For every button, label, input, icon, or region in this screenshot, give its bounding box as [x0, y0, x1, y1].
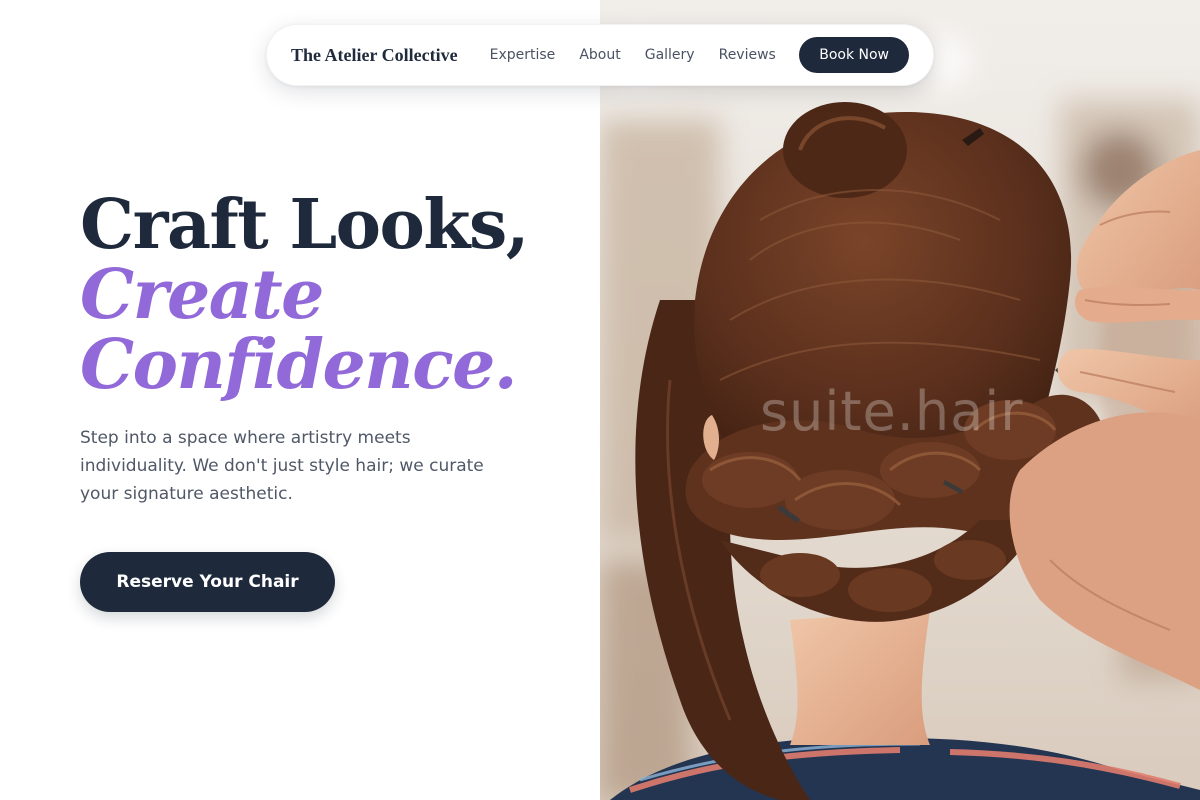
top-navigation: The Atelier Collective Expertise About G… — [266, 24, 934, 86]
headline-line-1: Craft Looks, — [80, 185, 529, 265]
brand-logo[interactable]: The Atelier Collective — [291, 45, 458, 66]
nav-link-gallery[interactable]: Gallery — [645, 47, 695, 63]
book-now-button[interactable]: Book Now — [799, 37, 909, 73]
hero-section: Craft Looks, Create Confidence. Step int… — [80, 190, 580, 508]
hero-headline: Craft Looks, Create Confidence. — [80, 190, 580, 400]
nav-link-expertise[interactable]: Expertise — [490, 47, 556, 63]
nav-link-reviews[interactable]: Reviews — [719, 47, 776, 63]
headline-line-2: Create — [80, 255, 324, 335]
reserve-chair-button[interactable]: Reserve Your Chair — [80, 552, 335, 612]
headline-line-3: Confidence. — [80, 325, 518, 405]
nav-links: Expertise About Gallery Reviews — [490, 47, 776, 63]
nav-link-about[interactable]: About — [579, 47, 620, 63]
hero-description: Step into a space where artistry meets i… — [80, 428, 484, 504]
hero-photo: suite.hair — [600, 0, 1200, 800]
photo-watermark: suite.hair — [760, 380, 1024, 443]
